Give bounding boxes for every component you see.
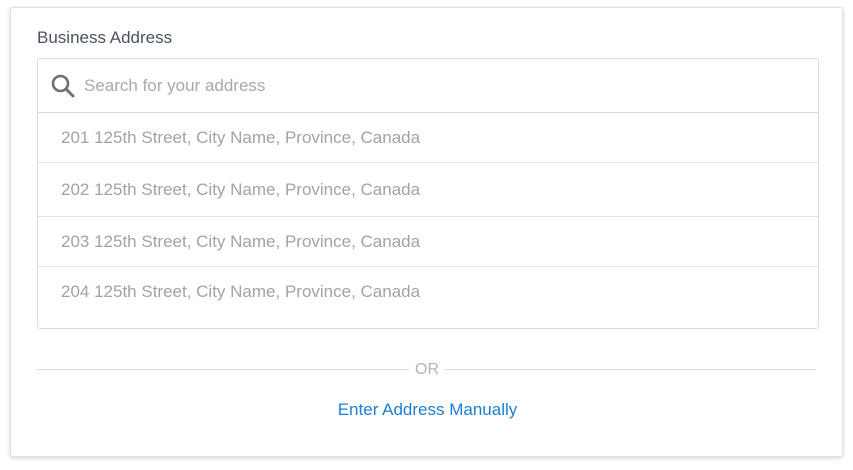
or-divider: OR [37,360,816,380]
search-icon [50,73,76,99]
address-result-item[interactable]: 201 125th Street, City Name, Province, C… [38,113,818,163]
divider-line-left [37,369,409,370]
divider-line-right [445,369,816,370]
search-row [38,59,818,113]
address-search-box: 201 125th Street, City Name, Province, C… [37,58,819,329]
address-result-item[interactable]: 204 125th Street, City Name, Province, C… [38,267,818,317]
business-address-card: Business Address 201 125th Street, City … [10,7,843,457]
or-divider-text: OR [415,361,439,378]
address-results-list: 201 125th Street, City Name, Province, C… [38,113,818,317]
enter-address-manually-link[interactable]: Enter Address Manually [11,399,844,421]
address-result-item[interactable]: 203 125th Street, City Name, Province, C… [38,217,818,267]
address-search-input[interactable] [84,71,784,101]
business-address-label: Business Address [37,28,173,47]
address-result-item[interactable]: 202 125th Street, City Name, Province, C… [38,163,818,217]
